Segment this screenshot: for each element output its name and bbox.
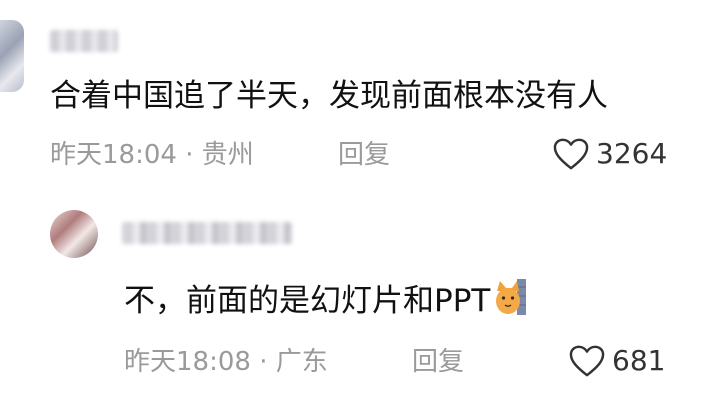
cat-sticker-icon — [496, 279, 527, 315]
reply-text-row: 不，前面的是幻灯片和PPT — [124, 277, 528, 321]
blurred-username[interactable] — [122, 222, 292, 244]
reply-button[interactable]: 回复 — [412, 345, 464, 379]
like-count: 3264 — [596, 137, 668, 170]
comment-time-location: 昨天18:08 · 广东 — [124, 347, 328, 377]
heart-icon — [569, 345, 605, 377]
like-button[interactable]: 3264 — [552, 137, 667, 171]
like-button[interactable]: 681 — [568, 344, 665, 378]
blurred-username[interactable] — [50, 30, 118, 52]
reply-button[interactable]: 回复 — [338, 138, 390, 172]
like-count: 681 — [612, 344, 666, 377]
comment-time-location: 昨天18:04 · 贵州 — [50, 140, 254, 170]
avatar[interactable] — [0, 20, 24, 92]
comment-text: 合着中国追了半天，发现前面根本没有人 — [50, 78, 608, 114]
heart-icon — [553, 138, 589, 170]
comment-text: 不，前面的是幻灯片和PPT — [124, 283, 491, 319]
avatar[interactable] — [50, 210, 98, 258]
